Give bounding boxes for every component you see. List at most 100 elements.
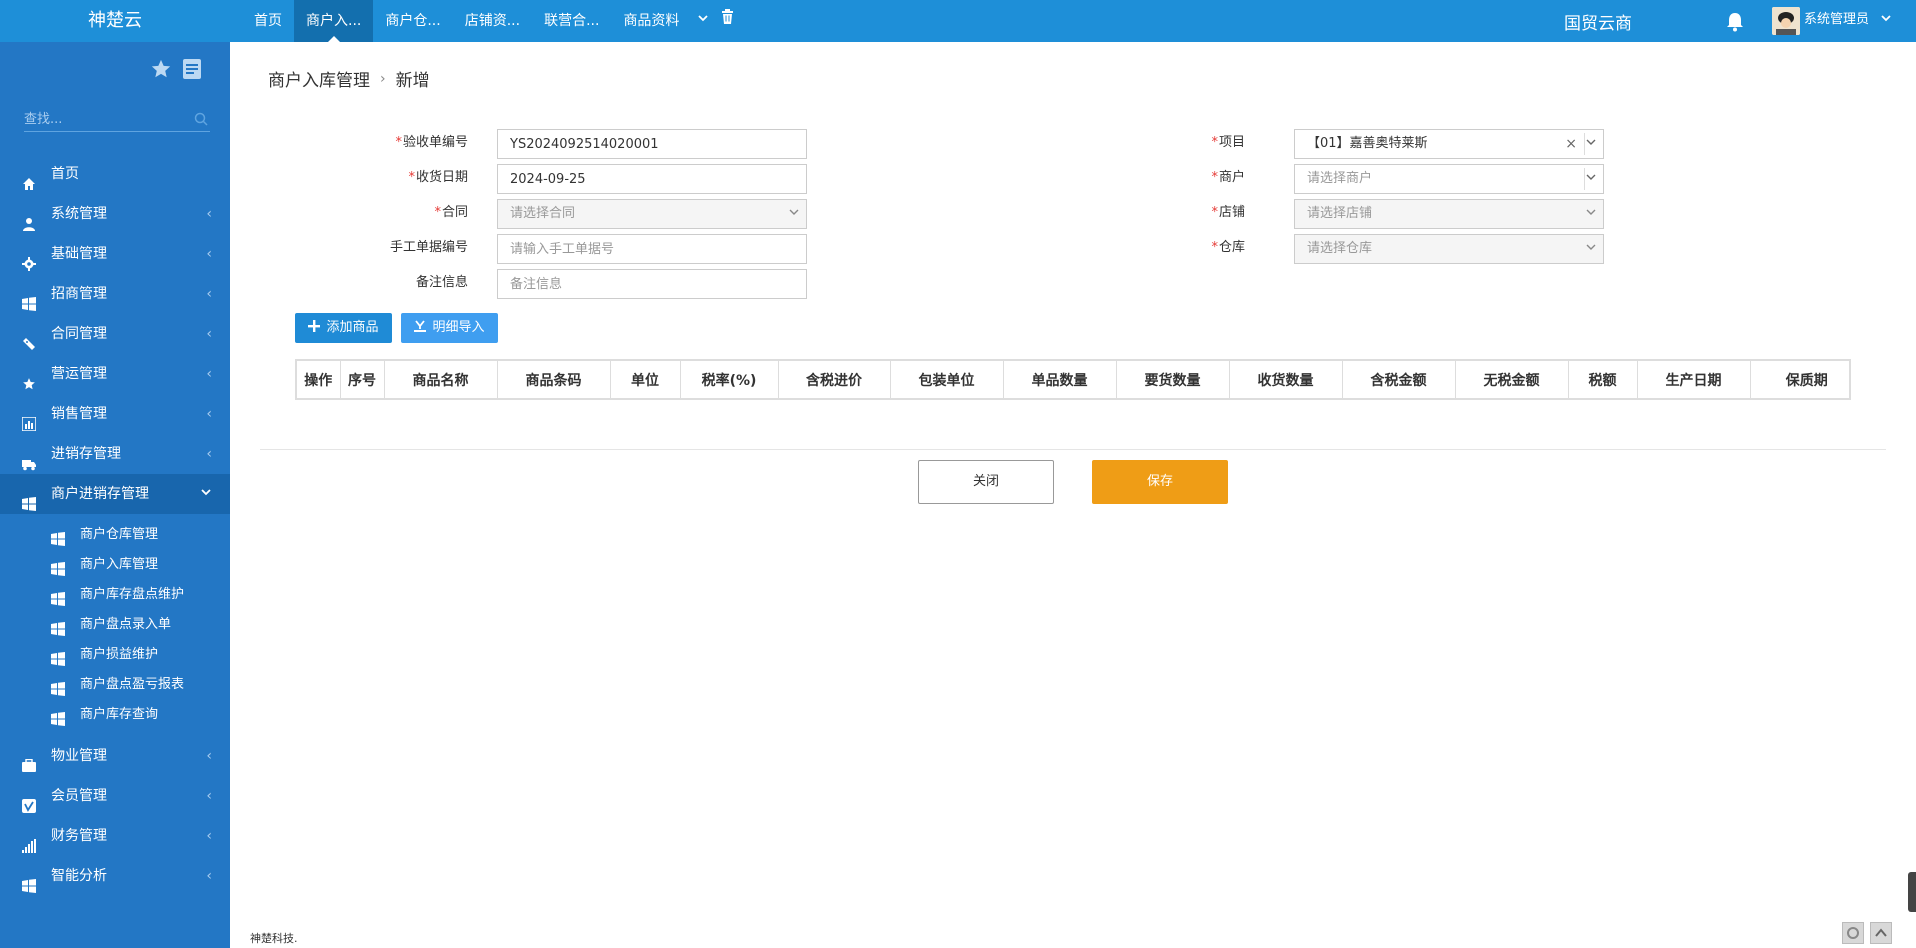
subitem-label: 商户库存查询 (80, 707, 159, 722)
chevron-down-icon (1585, 200, 1597, 228)
tab-goods-info[interactable]: 商品资料 (611, 0, 691, 42)
receipt-no-field[interactable] (497, 129, 807, 159)
tab-merchant-warehouse[interactable]: 商户仓... (373, 0, 452, 42)
user-icon (22, 207, 36, 231)
sidebar-item-basic[interactable]: 基础管理 ‹ (0, 234, 230, 274)
sidebar-item-investment[interactable]: 招商管理 ‹ (0, 274, 230, 314)
sidebar-item-member[interactable]: 会员管理 ‹ (0, 776, 230, 816)
bell-icon[interactable] (1726, 12, 1746, 32)
windows-icon (22, 487, 36, 511)
sidebar-search-input[interactable] (24, 108, 184, 130)
subitem-stock-query[interactable]: 商户库存查询 (0, 700, 230, 730)
chevron-down-icon[interactable] (1585, 165, 1597, 193)
contract-label: *合同 (434, 205, 468, 220)
plus-icon (308, 314, 321, 332)
sidebar-item-finance[interactable]: 财务管理 ‹ (0, 816, 230, 856)
sidebar-item-merchant-inventory[interactable]: 商户进销存管理 (0, 474, 230, 514)
chevron-down-icon[interactable] (1880, 0, 1892, 42)
project-label: *项目 (1211, 135, 1245, 150)
user-name[interactable]: 系统管理员 (1804, 0, 1869, 42)
sidebar-item-label: 会员管理 (51, 788, 107, 804)
column-header: 要货数量 (1116, 361, 1230, 398)
chevron-left-icon: ‹ (206, 366, 212, 382)
trash-icon[interactable] (715, 0, 740, 42)
sidebar-item-label: 首页 (51, 166, 79, 182)
merchant-select[interactable]: 请选择商户 (1294, 164, 1604, 194)
goods-table: 操作 序号 商品名称 商品条码 单位 税率(%) 含税进价 包装单位 单品数量 … (295, 359, 1851, 400)
avatar[interactable] (1772, 7, 1800, 35)
tab-home[interactable]: 首页 (242, 0, 294, 42)
receive-date-field[interactable] (497, 164, 807, 194)
add-goods-button[interactable]: 添加商品 (295, 313, 392, 343)
company-name: 国贸云商 (1564, 14, 1632, 34)
sidebar: 首页 系统管理 ‹ 基础管理 ‹ 招商管理 ‹ 合同管理 ‹ 营运管理 ‹ (0, 42, 230, 948)
sidebar-item-label: 物业管理 (51, 748, 107, 764)
sidebar-item-label: 财务管理 (51, 828, 107, 844)
star-icon[interactable] (150, 58, 172, 84)
breadcrumb-parent[interactable]: 商户入库管理 (268, 66, 370, 91)
receipt-no-label: *验收单编号 (395, 135, 468, 150)
sidebar-item-label: 基础管理 (51, 246, 107, 262)
windows-icon (51, 618, 65, 636)
windows-icon (51, 528, 65, 546)
project-value: 【01】嘉善奥特莱斯 (1307, 136, 1428, 151)
gear-icon (22, 247, 36, 271)
chevron-left-icon: ‹ (206, 406, 212, 422)
brand-logo[interactable]: 神楚云 (0, 0, 230, 42)
search-icon[interactable] (194, 112, 208, 126)
column-header: 含税金额 (1342, 361, 1456, 398)
column-header: 商品条码 (497, 361, 611, 398)
tab-merchant-inbound[interactable]: 商户入... (294, 0, 374, 42)
tab-shop-info[interactable]: 店铺资... (453, 0, 532, 42)
subitem-profit-loss[interactable]: 商户损益维护 (0, 640, 230, 670)
chevron-left-icon: ‹ (206, 206, 212, 222)
import-detail-button[interactable]: 明细导入 (401, 313, 498, 343)
subitem-stocktake-maintain[interactable]: 商户库存盘点维护 (0, 580, 230, 610)
manual-no-field[interactable] (497, 234, 807, 264)
close-icon[interactable]: × (1565, 130, 1577, 158)
sidebar-item-label: 系统管理 (51, 206, 107, 222)
sidebar-item-contract[interactable]: 合同管理 ‹ (0, 314, 230, 354)
sidebar-item-system[interactable]: 系统管理 ‹ (0, 194, 230, 234)
column-header: 无税金额 (1455, 361, 1569, 398)
sidebar-item-sales[interactable]: 销售管理 ‹ (0, 394, 230, 434)
column-header: 操作 (297, 361, 341, 398)
bar-chart-icon (21, 407, 37, 432)
shop-label: *店铺 (1211, 205, 1245, 220)
column-header: 含税进价 (778, 361, 891, 398)
sidebar-item-property[interactable]: 物业管理 ‹ (0, 736, 230, 776)
column-header: 单品数量 (1003, 361, 1117, 398)
scroll-top-icon[interactable] (1870, 922, 1892, 944)
subitem-merchant-warehouse[interactable]: 商户仓库管理 (0, 520, 230, 550)
sidebar-item-home[interactable]: 首页 (0, 154, 230, 194)
side-panel-tab[interactable] (1908, 872, 1916, 912)
notes-icon[interactable] (182, 58, 202, 84)
settings-icon[interactable] (1842, 922, 1864, 944)
tabs-more-icon[interactable] (691, 0, 715, 42)
subitem-merchant-inbound[interactable]: 商户入库管理 (0, 550, 230, 580)
sidebar-item-inventory[interactable]: 进销存管理 ‹ (0, 434, 230, 474)
import-icon (414, 314, 427, 332)
windows-icon (51, 588, 65, 606)
subitem-stocktake-report[interactable]: 商户盘点盈亏报表 (0, 670, 230, 700)
warehouse-select[interactable]: 请选择仓库 (1294, 234, 1604, 264)
windows-icon (22, 287, 36, 311)
signal-icon (22, 829, 36, 853)
column-header: 单位 (610, 361, 681, 398)
subitem-stocktake-entry[interactable]: 商户盘点录入单 (0, 610, 230, 640)
top-tabs: 首页 商户入... 商户仓... 店铺资... 联营合... 商品资料 (242, 0, 740, 42)
contract-select[interactable]: 请选择合同 (497, 199, 807, 229)
close-button[interactable]: 关闭 (918, 460, 1054, 504)
save-button[interactable]: 保存 (1092, 460, 1228, 504)
chevron-down-icon[interactable] (1585, 130, 1597, 158)
tab-joint-contract[interactable]: 联营合... (532, 0, 611, 42)
sidebar-tools (150, 58, 202, 84)
chevron-left-icon: ‹ (206, 788, 212, 804)
chevron-left-icon: ‹ (206, 286, 212, 302)
remark-field[interactable] (497, 269, 807, 299)
shop-select[interactable]: 请选择店铺 (1294, 199, 1604, 229)
main-content: 商户入库管理 › 新增 *验收单编号 *收货日期 *合同 请选择合同 手工单据编… (230, 42, 1916, 948)
project-select[interactable]: 【01】嘉善奥特莱斯 × (1294, 129, 1604, 159)
sidebar-item-analysis[interactable]: 智能分析 ‹ (0, 856, 230, 896)
sidebar-item-operation[interactable]: 营运管理 ‹ (0, 354, 230, 394)
